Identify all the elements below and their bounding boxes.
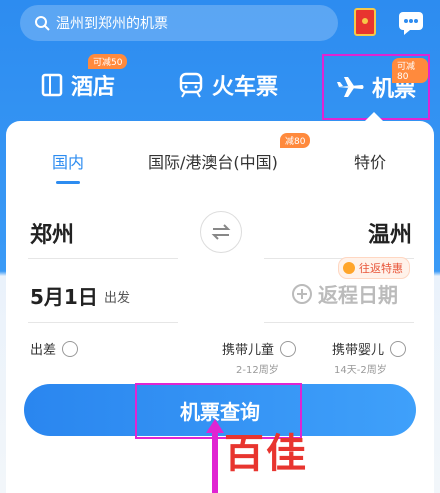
return-date-button[interactable]: 返程日期 <box>292 279 398 308</box>
active-category-pointer <box>365 112 383 121</box>
option-label: 携带儿童 <box>222 343 275 358</box>
flight-search-card: 国内 国际/港澳台(中国) 减80 特价 郑州 温州 5月1日 出发 往返特惠 … <box>6 121 434 493</box>
flight-type-tabs: 国内 国际/港澳台(中国) 减80 特价 <box>6 133 434 184</box>
category-label: 酒店 <box>70 75 115 100</box>
search-placeholder: 温州到郑州的机票 <box>56 16 168 32</box>
arrival-city[interactable]: 温州 <box>368 217 412 249</box>
train-icon <box>179 72 203 98</box>
option-label: 出差 <box>30 343 57 358</box>
tab-discount-badge: 减80 <box>280 133 311 148</box>
red-packet-icon[interactable] <box>354 8 376 36</box>
departure-date-suffix: 出发 <box>104 291 131 306</box>
option-with-infant[interactable]: 携带婴儿 <box>332 339 407 358</box>
option-label: 携带婴儿 <box>332 343 385 358</box>
category-train[interactable]: 火车票 <box>168 60 288 110</box>
radio-button[interactable] <box>390 340 407 357</box>
swap-icon <box>211 224 231 240</box>
coin-icon <box>343 262 355 274</box>
round-trip-badge-label: 往返特惠 <box>359 262 403 275</box>
annotation-arrow-icon <box>206 419 224 493</box>
divider <box>28 258 178 259</box>
return-date-label: 返程日期 <box>318 283 398 307</box>
top-bar: 温州到郑州的机票 <box>0 0 440 50</box>
tab-special-offer[interactable]: 特价 <box>354 149 386 173</box>
option-business-trip[interactable]: 出差 <box>30 339 79 358</box>
radio-button[interactable] <box>280 340 297 357</box>
discount-badge: 可减50 <box>88 54 128 69</box>
watermark-logo: 百佳 <box>224 431 308 477</box>
departure-date[interactable]: 5月1日 <box>30 281 98 310</box>
category-flight[interactable]: 机票 可减80 <box>322 54 430 120</box>
radio-button[interactable] <box>62 340 79 357</box>
hotel-icon <box>41 73 63 97</box>
category-nav: 酒店 可减50 火车票 机票 可减80 <box>0 50 440 120</box>
category-label: 火车票 <box>211 75 278 100</box>
divider <box>28 322 178 323</box>
option-age-note: 2-12周岁 <box>236 365 279 376</box>
category-hotel[interactable]: 酒店 可减50 <box>28 54 128 110</box>
tab-domestic[interactable]: 国内 <box>52 149 84 173</box>
active-tab-indicator <box>56 181 80 184</box>
departure-city[interactable]: 郑州 <box>30 217 74 249</box>
tab-international[interactable]: 国际/港澳台(中国) <box>148 149 278 173</box>
divider <box>264 322 414 323</box>
message-icon[interactable] <box>398 10 424 36</box>
airplane-icon <box>336 77 364 97</box>
swap-cities-button[interactable] <box>200 211 242 253</box>
option-age-note: 14天-2周岁 <box>334 365 387 376</box>
option-with-child[interactable]: 携带儿童 <box>222 339 297 358</box>
discount-badge: 可减80 <box>392 58 428 83</box>
plus-circle-icon <box>292 283 312 304</box>
search-icon <box>35 16 50 31</box>
search-bar[interactable]: 温州到郑州的机票 <box>20 5 338 41</box>
round-trip-badge: 往返特惠 <box>338 257 410 279</box>
